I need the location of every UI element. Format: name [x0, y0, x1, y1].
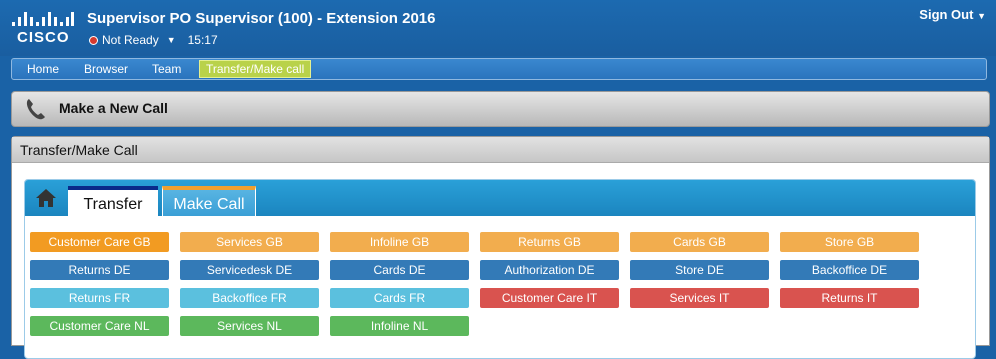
agent-status[interactable]: Not Ready ▼ 15:17	[89, 33, 218, 47]
transfer-widget: Transfer Make Call Customer Care GB Servi…	[24, 179, 976, 359]
tab-transfer[interactable]: Transfer	[68, 186, 158, 216]
sign-out-button[interactable]: Sign Out ▼	[919, 7, 986, 22]
make-call-title: Make a New Call	[59, 100, 168, 116]
queue-button[interactable]: Returns IT	[780, 288, 919, 308]
queue-button[interactable]: Servicedesk DE	[180, 260, 319, 280]
window-title: Supervisor PO Supervisor (100) - Extensi…	[87, 10, 436, 27]
queue-button[interactable]: Returns FR	[30, 288, 169, 308]
nav-home[interactable]: Home	[27, 62, 59, 76]
not-ready-icon	[89, 35, 98, 45]
cisco-logo-text: cisco	[17, 29, 70, 46]
tab-bar: Transfer Make Call	[25, 180, 975, 216]
queue-button[interactable]: Customer Care GB	[30, 232, 169, 252]
queue-button[interactable]: Infoline NL	[330, 316, 469, 336]
status-label: Not Ready	[102, 33, 159, 47]
cisco-logo: cisco	[12, 8, 74, 46]
tab-make-call[interactable]: Make Call	[162, 186, 256, 216]
transfer-panel-title: Transfer/Make Call	[20, 142, 138, 158]
queue-button[interactable]: Cards GB	[630, 232, 769, 252]
queue-button[interactable]: Store DE	[630, 260, 769, 280]
home-icon[interactable]	[35, 188, 57, 208]
queue-button[interactable]: Authorization DE	[480, 260, 619, 280]
nav-browser[interactable]: Browser	[84, 62, 128, 76]
queue-button[interactable]: Infoline GB	[330, 232, 469, 252]
make-call-panel: Make a New Call	[11, 91, 990, 127]
chevron-down-icon[interactable]: ▼	[167, 35, 176, 45]
queue-button[interactable]: Services NL	[180, 316, 319, 336]
nav-transfer-make-call[interactable]: Transfer/Make call	[199, 60, 312, 78]
queue-button[interactable]: Returns GB	[480, 232, 619, 252]
nav-bar: Home Browser Team Transfer/Make call	[11, 58, 987, 80]
queue-button[interactable]: Cards FR	[330, 288, 469, 308]
transfer-panel: Transfer/Make Call Transfer Make Call Cu…	[11, 136, 990, 359]
queue-button[interactable]: Customer Care IT	[480, 288, 619, 308]
queue-button[interactable]: Store GB	[780, 232, 919, 252]
queue-button[interactable]: Services IT	[630, 288, 769, 308]
queue-button[interactable]: Returns DE	[30, 260, 169, 280]
status-time: 15:17	[187, 33, 218, 47]
queue-button[interactable]: Backoffice FR	[180, 288, 319, 308]
queue-button[interactable]: Cards DE	[330, 260, 469, 280]
queue-button[interactable]: Customer Care NL	[30, 316, 169, 336]
queue-button[interactable]: Services GB	[180, 232, 319, 252]
queue-button[interactable]: Backoffice DE	[780, 260, 919, 280]
header: cisco Supervisor PO Supervisor (100) - E…	[0, 0, 996, 56]
phone-icon	[26, 99, 45, 120]
nav-team[interactable]: Team	[152, 62, 181, 76]
chevron-down-icon: ▼	[977, 11, 986, 21]
